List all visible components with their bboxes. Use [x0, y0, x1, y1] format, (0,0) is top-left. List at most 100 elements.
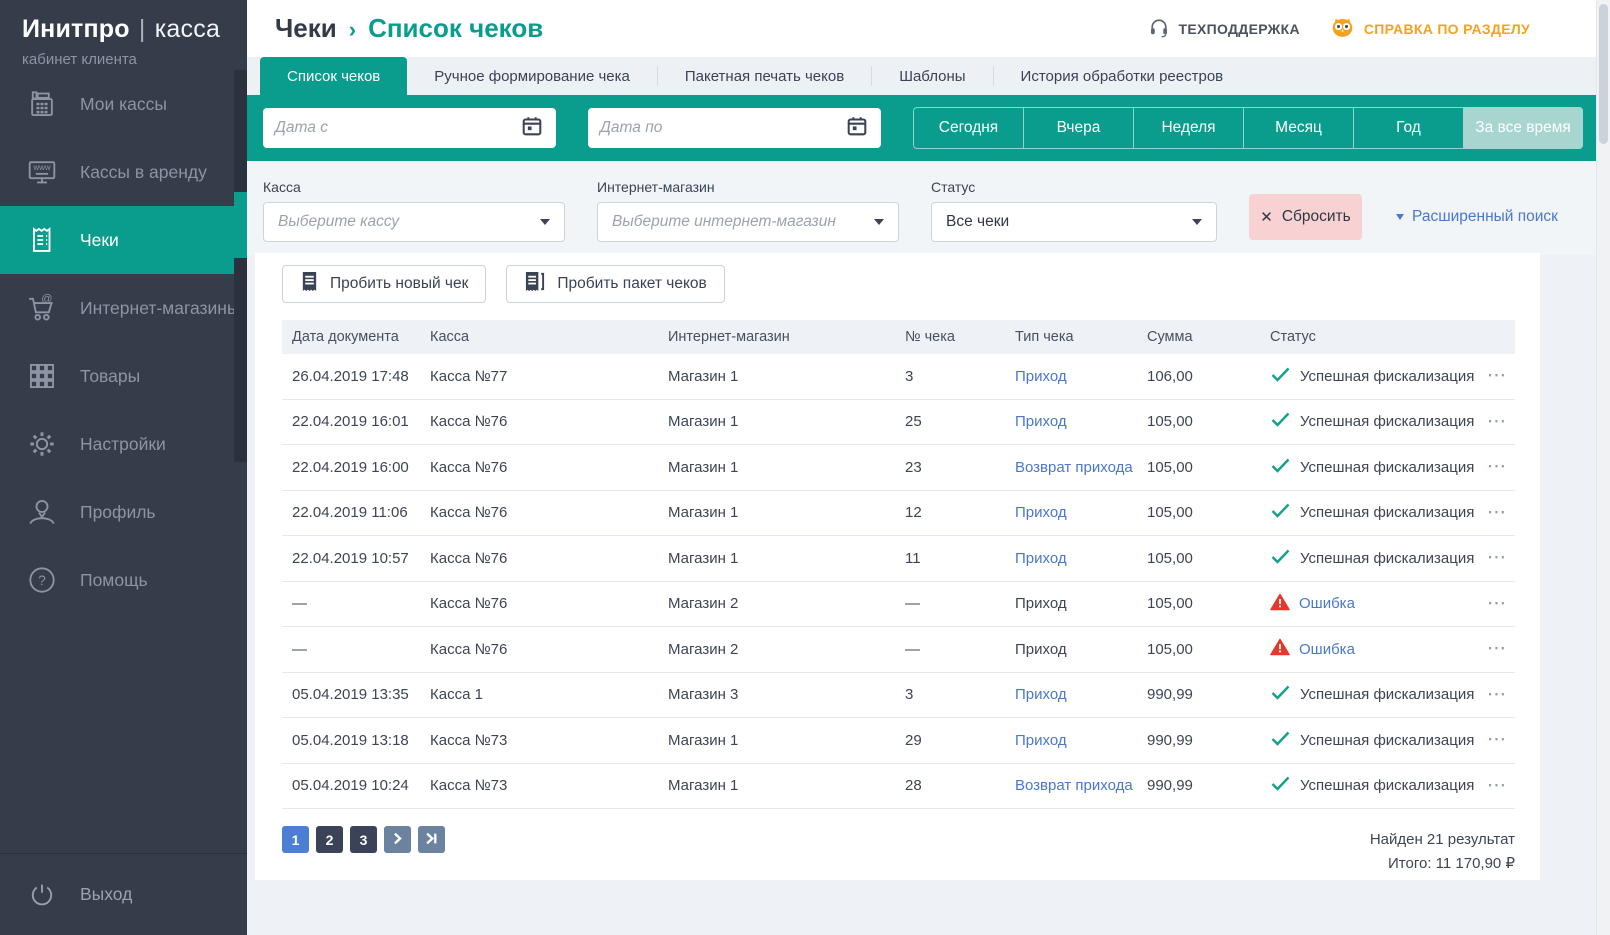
table-row: 26.04.2019 17:48Касса №77Магазин 13Прихо… [282, 354, 1515, 400]
sidebar-item-label: Интернет-магазины [80, 298, 240, 319]
svg-text:?: ? [38, 573, 46, 588]
calendar-icon[interactable] [845, 114, 869, 143]
date-to-input[interactable]: Дата по [588, 108, 881, 148]
sidebar-item[interactable]: ? Помощь [0, 546, 247, 614]
status-text: Успешная фискализация [1300, 504, 1474, 521]
page-button-current[interactable]: 1 [282, 826, 309, 853]
tab[interactable]: Ручное формирование чека [407, 57, 657, 95]
logout-button[interactable]: Выход [0, 853, 247, 935]
results-count: Найден 21 результат [1370, 828, 1515, 852]
status-error-link[interactable]: Ошибка [1299, 641, 1355, 658]
period-button[interactable]: Год [1354, 108, 1464, 148]
status-text: Успешная фискализация [1300, 550, 1474, 567]
sidebar-item[interactable]: Мои кассы [0, 70, 247, 138]
receipt-icon [300, 271, 319, 297]
tab[interactable]: История обработки реестров [994, 57, 1251, 95]
table-row: 22.04.2019 16:01Касса №76Магазин 125Прих… [282, 400, 1515, 446]
table-row: —Касса №76Магазин 2—Приход105,00Ошибка⋯ [282, 627, 1515, 673]
row-menu-button[interactable]: ⋯ [1479, 644, 1515, 654]
app-logo: Инитпро | касса кабинет клиента [0, 0, 247, 68]
period-button[interactable]: Вчера [1024, 108, 1134, 148]
shop-select[interactable]: Выберите интернет-магазин [597, 202, 899, 242]
new-receipt-button[interactable]: Пробить новый чек [282, 265, 486, 303]
breadcrumb-root[interactable]: Чеки [275, 13, 337, 44]
table-row: 05.04.2019 13:35Касса 1Магазин 33Приход9… [282, 673, 1515, 719]
success-check-icon [1270, 411, 1291, 432]
next-page-button[interactable] [384, 826, 411, 853]
receipt-kassa: Касса №73 [430, 732, 668, 749]
tab[interactable]: Список чеков [260, 57, 407, 95]
tab[interactable]: Шаблоны [872, 57, 992, 95]
table-row: 05.04.2019 10:24Касса №73Магазин 128Возв… [282, 764, 1515, 810]
row-menu-button[interactable]: ⋯ [1479, 417, 1515, 427]
success-check-icon [1270, 730, 1291, 751]
table-footer: 123 Найден 21 результат Итого: 11 170,90… [282, 826, 1515, 876]
sidebar-item-label: Помощь [80, 570, 148, 591]
column-header: Дата документа [292, 329, 430, 345]
kassa-select[interactable]: Выберите кассу [263, 202, 565, 242]
sidebar-item[interactable]: Товары [0, 342, 247, 410]
row-menu-button[interactable]: ⋯ [1479, 462, 1515, 472]
kassa-filter: Касса Выберите кассу [263, 161, 565, 242]
row-menu-button[interactable]: ⋯ [1479, 371, 1515, 381]
reset-filters-button[interactable]: ✕ Сбросить [1249, 194, 1362, 240]
advanced-search-link[interactable]: Расширенный поиск [1396, 208, 1558, 226]
receipt-amount: 105,00 [1147, 413, 1270, 430]
sidebar-item[interactable]: wwwКассы в аренду [0, 138, 247, 206]
sidebar-item[interactable]: Чеки [0, 206, 247, 274]
tab-bar: Список чековРучное формирование чекаПаке… [247, 57, 1610, 95]
page-scrollbar[interactable] [1596, 0, 1610, 935]
status-badge: Успешная фискализация [1270, 730, 1479, 751]
calendar-icon[interactable] [520, 114, 544, 143]
period-button[interactable]: За все время [1463, 107, 1583, 149]
receipt-kassa: Касса №77 [430, 368, 668, 385]
receipt-type-link[interactable]: Возврат прихода [1015, 777, 1147, 794]
tab[interactable]: Пакетная печать чеков [658, 57, 871, 95]
period-button[interactable]: Неделя [1134, 108, 1244, 148]
last-page-button[interactable] [418, 826, 445, 853]
receipt-shop: Магазин 3 [668, 686, 905, 703]
profile-icon [24, 496, 60, 528]
batch-receipt-button[interactable]: Пробить пакет чеков [506, 265, 724, 303]
app-title: Инитпро | касса [22, 15, 247, 44]
page-title: Список чеков [368, 13, 543, 44]
sidebar-item[interactable]: Настройки [0, 410, 247, 478]
sidebar-item[interactable]: @ Интернет-магазины [0, 274, 247, 342]
receipt-number: — [905, 595, 1015, 612]
period-button[interactable]: Сегодня [914, 108, 1024, 148]
period-button[interactable]: Месяц [1244, 108, 1354, 148]
receipt-type-link[interactable]: Приход [1015, 413, 1147, 430]
status-error-link[interactable]: Ошибка [1299, 595, 1355, 612]
row-menu-button[interactable]: ⋯ [1479, 553, 1515, 563]
section-help-link[interactable]: СПРАВКА ПО РАЗДЕЛУ [1330, 16, 1530, 41]
receipt-type-link[interactable]: Приход [1015, 368, 1147, 385]
page-scrollbar-thumb[interactable] [1599, 4, 1608, 144]
chevron-right-icon [390, 831, 405, 849]
receipt-amount: 105,00 [1147, 459, 1270, 476]
row-menu-button[interactable]: ⋯ [1479, 735, 1515, 745]
sidebar-item[interactable]: Профиль [0, 478, 247, 546]
receipt-kassa: Касса №76 [430, 595, 668, 612]
receipt-type-link[interactable]: Возврат прихода [1015, 459, 1147, 476]
date-from-input[interactable]: Дата с [263, 108, 556, 148]
tech-support-link[interactable]: ТЕХПОДДЕРЖКА [1148, 16, 1300, 41]
receipt-type-link[interactable]: Приход [1015, 686, 1147, 703]
sidebar-scrollbar[interactable] [234, 70, 247, 462]
row-menu-button[interactable]: ⋯ [1479, 508, 1515, 518]
receipt-shop: Магазин 1 [668, 413, 905, 430]
cart-icon: @ [24, 292, 60, 324]
status-select-value: Все чеки [946, 213, 1009, 231]
row-menu-button[interactable]: ⋯ [1479, 781, 1515, 791]
row-menu-button[interactable]: ⋯ [1479, 690, 1515, 700]
sidebar-scrollbar-thumb[interactable] [234, 192, 247, 258]
chevron-down-icon [1396, 214, 1404, 220]
close-icon: ✕ [1260, 208, 1273, 226]
page-button[interactable]: 2 [316, 826, 343, 853]
receipt-type-link[interactable]: Приход [1015, 550, 1147, 567]
row-menu-button[interactable]: ⋯ [1479, 599, 1515, 609]
receipt-type-link[interactable]: Приход [1015, 504, 1147, 521]
status-select[interactable]: Все чеки [931, 202, 1217, 242]
page-button[interactable]: 3 [350, 826, 377, 853]
sidebar-item-label: Кассы в аренду [80, 162, 207, 183]
receipt-type-link[interactable]: Приход [1015, 732, 1147, 749]
